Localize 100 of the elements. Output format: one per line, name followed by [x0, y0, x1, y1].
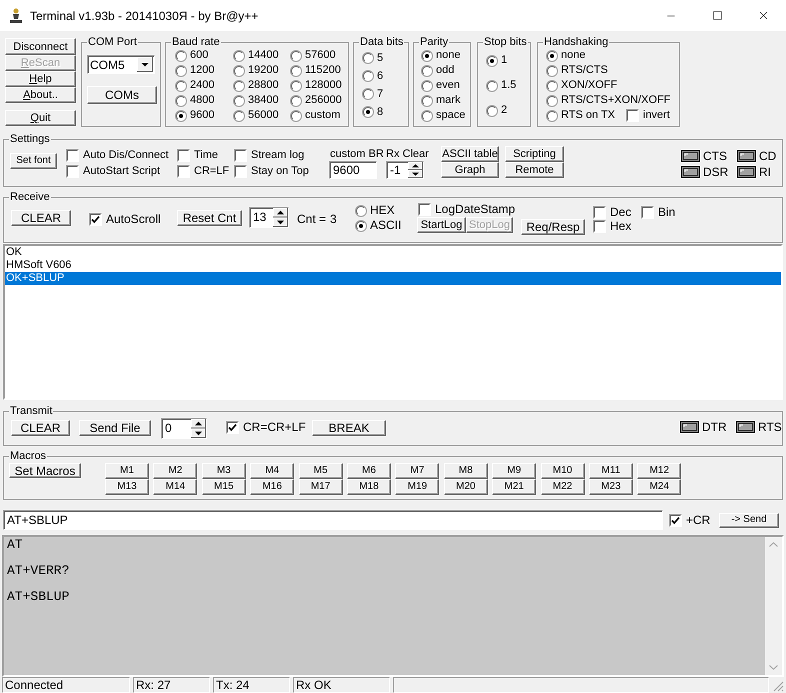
radio-button[interactable]: none	[421, 48, 470, 63]
quit-button[interactable]: Quit	[5, 110, 76, 126]
checkbox[interactable]: AutoScroll	[89, 213, 177, 226]
checkbox[interactable]: CR=LF	[177, 164, 234, 178]
radio-button[interactable]: custom	[290, 109, 346, 122]
macro-button[interactable]: M16	[250, 479, 294, 495]
macro-button[interactable]: M2	[153, 463, 198, 479]
checkbox[interactable]: Hex	[593, 220, 641, 232]
disconnect-button[interactable]: Disconnect	[5, 38, 76, 55]
tool-button[interactable]: ASCII table	[441, 146, 499, 162]
checkbox[interactable]: Time	[177, 148, 234, 162]
received-line[interactable]: OK	[5, 246, 781, 259]
radio-button[interactable]: even	[421, 78, 470, 93]
radio-button[interactable]: 19200	[233, 64, 290, 77]
radio-button[interactable]: RTS on TX	[546, 109, 626, 122]
spin-arrows-icon[interactable]	[273, 208, 288, 227]
radio-button[interactable]: 9600	[175, 109, 233, 122]
request-response-button[interactable]: Req/Resp	[521, 219, 585, 235]
spin-arrows-icon[interactable]	[408, 162, 423, 178]
radio-button[interactable]: ASCII	[355, 218, 417, 233]
radio-button[interactable]: 5	[362, 49, 408, 67]
scrollbar[interactable]	[765, 537, 782, 675]
macro-button[interactable]: M13	[105, 479, 149, 495]
set-macros-button[interactable]: Set Macros	[9, 463, 81, 478]
checkbox[interactable]: Auto Dis/Connect	[66, 148, 177, 162]
macro-button[interactable]: M22	[540, 479, 585, 495]
checkbox[interactable]: AutoStart Script	[66, 164, 177, 178]
spin-box[interactable]: 0	[161, 418, 207, 439]
checkbox[interactable]: invert	[626, 109, 670, 122]
spin-box[interactable]: 13	[249, 207, 289, 228]
send-button[interactable]: -> Send	[719, 512, 779, 528]
macro-button[interactable]: M6	[346, 463, 391, 479]
clear-button[interactable]: CLEAR	[11, 210, 71, 226]
macro-button[interactable]: M21	[492, 479, 536, 495]
macro-button[interactable]: M15	[202, 479, 246, 495]
macro-button[interactable]: M20	[444, 479, 488, 495]
radio-button[interactable]: none	[546, 49, 586, 62]
radio-button[interactable]: 8	[362, 103, 408, 121]
checkbox[interactable]: LogDateStamp	[418, 203, 513, 216]
radio-button[interactable]: 256000	[290, 94, 346, 107]
checkbox[interactable]: +CR	[669, 514, 719, 526]
macro-button[interactable]: M11	[588, 463, 633, 479]
checkbox[interactable]: CR=CR+LF	[226, 421, 312, 434]
tool-button[interactable]: Remote	[505, 162, 564, 178]
send-file-button[interactable]: Send File	[79, 420, 151, 436]
radio-button[interactable]: 2400	[175, 79, 233, 92]
com-port-dropdown[interactable]: COM5	[87, 55, 155, 74]
dropdown-arrow-icon[interactable]	[137, 57, 153, 72]
radio-button[interactable]: 600	[175, 49, 233, 62]
command-field[interactable]: AT+SBLUP	[3, 510, 663, 530]
macro-button[interactable]: M8	[444, 463, 488, 479]
macro-button[interactable]: M23	[588, 479, 633, 495]
custom-baud-field[interactable]: 9600	[329, 161, 377, 179]
received-line[interactable]: HMSoft V606	[5, 259, 781, 272]
about-button[interactable]: About..	[5, 87, 76, 103]
macro-button[interactable]: M7	[395, 463, 440, 479]
radio-button[interactable]: 2	[486, 98, 530, 123]
radio-button[interactable]: 38400	[233, 94, 290, 107]
macro-button[interactable]: M10	[540, 463, 585, 479]
spin-arrows-icon[interactable]	[191, 419, 206, 438]
log-button[interactable]: StartLog	[417, 217, 466, 233]
macro-button[interactable]: M3	[202, 463, 246, 479]
spin-box[interactable]: -1	[386, 161, 424, 179]
radio-button[interactable]: 115200	[290, 64, 346, 77]
checkbox[interactable]: Stream log	[234, 148, 329, 162]
break-button[interactable]: BREAK	[312, 420, 386, 436]
reset-count-button[interactable]: Reset Cnt	[177, 210, 242, 226]
clear-button[interactable]: CLEAR	[11, 420, 70, 436]
coms-button[interactable]: COMs	[87, 86, 157, 104]
macro-button[interactable]: M24	[637, 479, 682, 495]
number-field[interactable]: 0	[162, 419, 191, 438]
radio-button[interactable]: XON/XOFF	[546, 79, 618, 92]
checkbox[interactable]: Stay on Top	[234, 164, 329, 178]
radio-button[interactable]: 128000	[290, 79, 346, 92]
radio-button[interactable]: HEX	[355, 203, 417, 218]
radio-button[interactable]: 7	[362, 85, 408, 103]
radio-button[interactable]: 28800	[233, 79, 290, 92]
tool-button[interactable]: Scripting	[505, 146, 564, 162]
radio-button[interactable]: 14400	[233, 49, 290, 62]
checkbox[interactable]: Dec	[593, 206, 641, 218]
macro-button[interactable]: M4	[250, 463, 294, 479]
radio-button[interactable]: odd	[421, 63, 470, 78]
macro-button[interactable]: M14	[153, 479, 198, 495]
macro-button[interactable]: M9	[492, 463, 536, 479]
radio-button[interactable]: 1200	[175, 64, 233, 77]
radio-button[interactable]: RTS/CTS	[546, 64, 608, 77]
number-field[interactable]: -1	[387, 162, 408, 178]
set-font-button[interactable]: Set font	[10, 153, 57, 169]
radio-button[interactable]: 1	[486, 48, 530, 73]
radio-button[interactable]: 1.5	[486, 73, 530, 98]
macro-button[interactable]: M5	[298, 463, 343, 479]
help-button[interactable]: Help	[5, 71, 76, 87]
macro-button[interactable]: M12	[637, 463, 682, 479]
macro-button[interactable]: M19	[395, 479, 440, 495]
radio-button[interactable]: 56000	[233, 109, 290, 122]
radio-button[interactable]: 6	[362, 67, 408, 85]
macro-button[interactable]: M1	[105, 463, 149, 479]
radio-button[interactable]: 57600	[290, 49, 346, 62]
radio-button[interactable]: RTS/CTS+XON/XOFF	[546, 94, 671, 107]
tool-button[interactable]: Graph	[441, 162, 499, 178]
